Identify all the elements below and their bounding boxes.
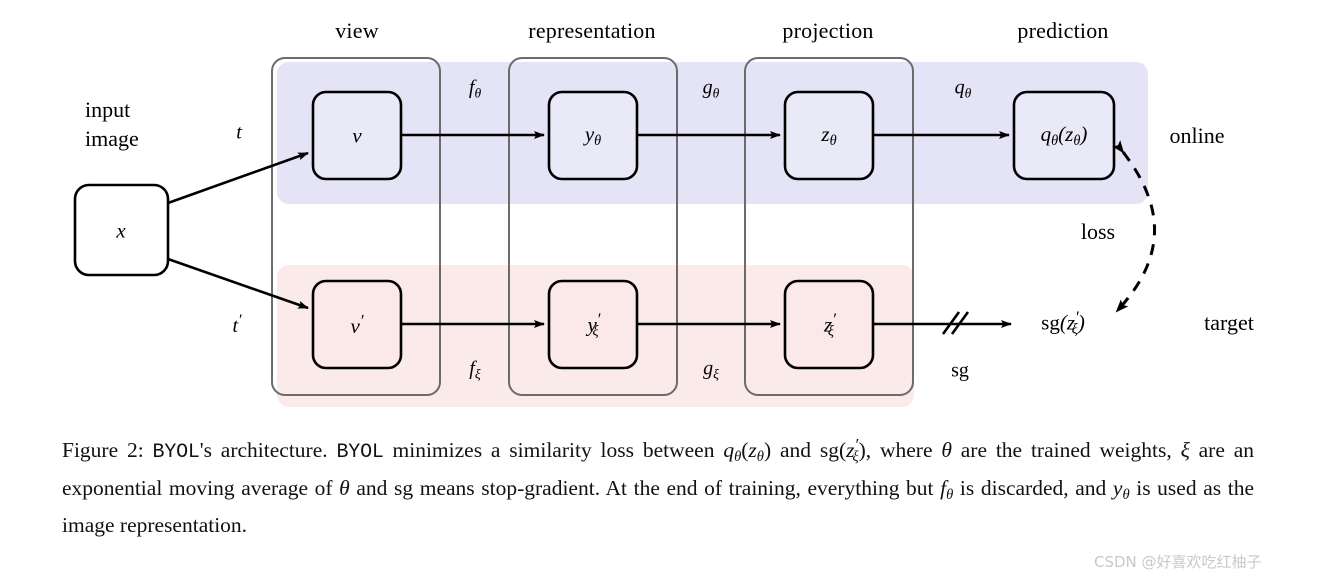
caption-text-10: is discarded, and (953, 475, 1113, 500)
edge-label-q-theta: qθ (954, 76, 972, 101)
edge-label-g-theta: gθ (702, 76, 720, 101)
caption-text-9: and sg means stop-gradient. At the end o… (349, 475, 941, 500)
caption-prefix: Figure 2: (62, 438, 144, 463)
caption-text-5: and (771, 438, 820, 463)
node-label-q-theta-z-theta: qθ(zθ) (1040, 122, 1088, 149)
node-label-z-theta: zθ (821, 122, 837, 149)
edge-label-t: t (236, 121, 242, 144)
caption-math-theta-1: θ (941, 438, 952, 463)
node-label-v: v (352, 123, 362, 148)
caption-math-theta-2: θ (339, 475, 350, 500)
node-label-z-xi-prime: z′ξ (824, 309, 836, 340)
row-label-target: target (1204, 310, 1254, 335)
node-label-y-xi-prime: y′ξ (587, 309, 601, 340)
caption-text-7: are the trained weights, (951, 438, 1181, 463)
csdn-watermark: CSDN @好喜欢吃红柚子 (1094, 553, 1262, 571)
node-label-v-prime: v′ (350, 310, 364, 339)
caption-math-f-theta: fθ (940, 475, 954, 503)
caption-text-6: , where (865, 438, 942, 463)
loss-label: loss (1080, 219, 1116, 244)
edge-label-t-prime: t′ (232, 312, 242, 337)
edge-label-f-xi: fξ (469, 357, 481, 382)
node-label-y-theta: yθ (584, 122, 602, 149)
input-image-label-line1: input (85, 97, 131, 122)
column-header-prediction: prediction (1017, 18, 1109, 43)
output-label-sg-z-xi-prime: sg(z′ξ) (1041, 307, 1085, 338)
architecture-diagram (73, 57, 1156, 407)
caption-math-xi: ξ (1180, 438, 1190, 463)
caption-math-y-theta: yθ (1112, 475, 1130, 503)
caption-math-sg-z-xi-prime: sg(z′ξ) (819, 435, 866, 466)
caption-byol-1: BYOL (152, 441, 200, 465)
figure-caption: Figure 2: BYOL's architecture. BYOL mini… (62, 430, 1254, 541)
edge-label-g-xi: gξ (703, 357, 719, 382)
caption-text-4: minimizes a similarity loss between (383, 438, 724, 463)
input-image-label-line2: image (85, 126, 139, 151)
caption-text-2: 's architecture. (199, 438, 328, 463)
row-label-online: online (1169, 123, 1225, 148)
column-header-representation: representation (528, 18, 656, 43)
edge-label-f-theta: fθ (468, 76, 482, 101)
edge-label-sg: sg (951, 359, 969, 382)
node-label-x: x (116, 218, 126, 243)
column-header-view: view (335, 18, 379, 43)
caption-byol-2: BYOL (336, 441, 384, 465)
caption-math-q-theta-z-theta: qθ(zθ) (723, 438, 772, 466)
figure-2-byol-architecture: view representation projection predictio… (0, 0, 1319, 581)
column-header-projection: projection (782, 18, 874, 43)
